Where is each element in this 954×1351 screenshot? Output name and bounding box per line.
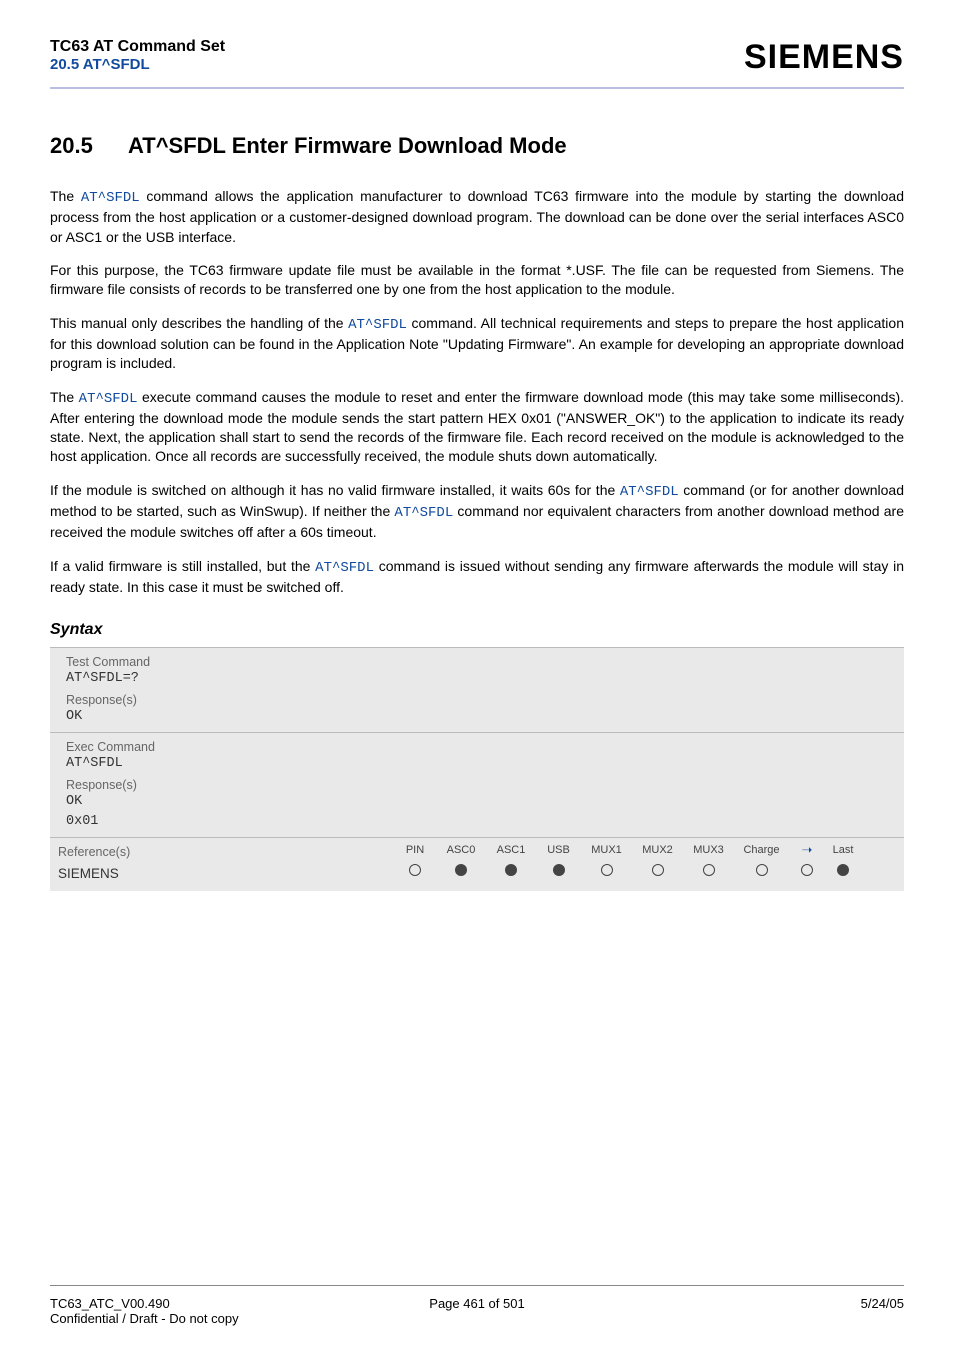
col-mux2: MUX2	[642, 844, 673, 856]
page-footer: TC63_ATC_V00.490 Confidential / Draft - …	[50, 1285, 904, 1326]
syntax-table: Test Command AT^SFDL=? Response(s) OK Ex…	[50, 647, 904, 891]
section-nav-link[interactable]: 20.5 AT^SFDL	[50, 56, 225, 73]
section-title: 20.5AT^SFDL Enter Firmware Download Mode	[50, 133, 904, 159]
page-header: TC63 AT Command Set 20.5 AT^SFDL SIEMENS	[50, 38, 904, 89]
reference-value: SIEMENS	[58, 860, 378, 887]
exec-response-1: OK	[58, 793, 896, 813]
doc-title: TC63 AT Command Set	[50, 38, 225, 56]
paragraph-4: The AT^SFDL execute command causes the m…	[50, 388, 904, 467]
col-asc0: ASC0	[447, 844, 476, 856]
indicator-open-icon	[756, 864, 768, 876]
footer-version: TC63_ATC_V00.490	[50, 1296, 332, 1311]
paragraph-3: This manual only describes the handling …	[50, 314, 904, 374]
footer-date: 5/24/05	[622, 1296, 904, 1326]
header-left: TC63 AT Command Set 20.5 AT^SFDL	[50, 38, 225, 73]
col-mux1: MUX1	[591, 844, 622, 856]
indicator-filled-icon	[837, 864, 849, 876]
syntax-heading: Syntax	[50, 621, 904, 639]
section-number: 20.5	[50, 133, 128, 159]
col-asc1: ASC1	[497, 844, 526, 856]
col-charge: Charge	[743, 844, 779, 856]
indicator-open-icon	[703, 864, 715, 876]
reference-label: Reference(s)	[58, 842, 378, 860]
cmd-ref[interactable]: AT^SFDL	[348, 317, 407, 333]
cmd-ref[interactable]: AT^SFDL	[79, 391, 138, 407]
test-command-value: AT^SFDL=?	[58, 670, 896, 690]
ref-columns-header: PIN ASC0 ASC1 USB MUX1 MUX2 MUX3 Charge …	[394, 842, 900, 858]
col-pin: PIN	[406, 844, 424, 856]
cmd-ref[interactable]: AT^SFDL	[394, 505, 453, 521]
indicator-filled-icon	[553, 864, 565, 876]
footer-page-number: Page 461 of 501	[336, 1296, 618, 1326]
ref-values-row	[394, 858, 900, 882]
paragraph-2: For this purpose, the TC63 firmware upda…	[50, 261, 904, 300]
body-text: The AT^SFDL command allows the applicati…	[50, 187, 904, 611]
test-command-label: Test Command	[58, 652, 896, 670]
paragraph-1: The AT^SFDL command allows the applicati…	[50, 187, 904, 247]
section-heading: AT^SFDL Enter Firmware Download Mode	[128, 133, 567, 158]
indicator-filled-icon	[455, 864, 467, 876]
col-last: Last	[833, 844, 854, 856]
exec-command-label: Exec Command	[58, 737, 896, 755]
cmd-ref[interactable]: AT^SFDL	[315, 560, 374, 576]
footer-confidential: Confidential / Draft - Do not copy	[50, 1311, 332, 1326]
footer-left: TC63_ATC_V00.490 Confidential / Draft - …	[50, 1296, 332, 1326]
col-mux3: MUX3	[693, 844, 724, 856]
response-value: OK	[58, 708, 896, 728]
exec-response-2: 0x01	[58, 813, 896, 833]
indicator-filled-icon	[505, 864, 517, 876]
indicator-open-icon	[801, 864, 813, 876]
col-usb: USB	[547, 844, 570, 856]
brand-logo: SIEMENS	[744, 38, 904, 77]
indicator-open-icon	[409, 864, 421, 876]
paragraph-5: If the module is switched on although it…	[50, 481, 904, 543]
airplane-icon: ➝	[802, 842, 813, 858]
cmd-ref[interactable]: AT^SFDL	[620, 484, 679, 500]
paragraph-6: If a valid firmware is still installed, …	[50, 557, 904, 598]
indicator-open-icon	[601, 864, 613, 876]
exec-command-value: AT^SFDL	[58, 755, 896, 775]
response-label: Response(s)	[58, 775, 896, 793]
cmd-ref[interactable]: AT^SFDL	[81, 190, 140, 206]
response-label: Response(s)	[58, 690, 896, 708]
indicator-open-icon	[652, 864, 664, 876]
